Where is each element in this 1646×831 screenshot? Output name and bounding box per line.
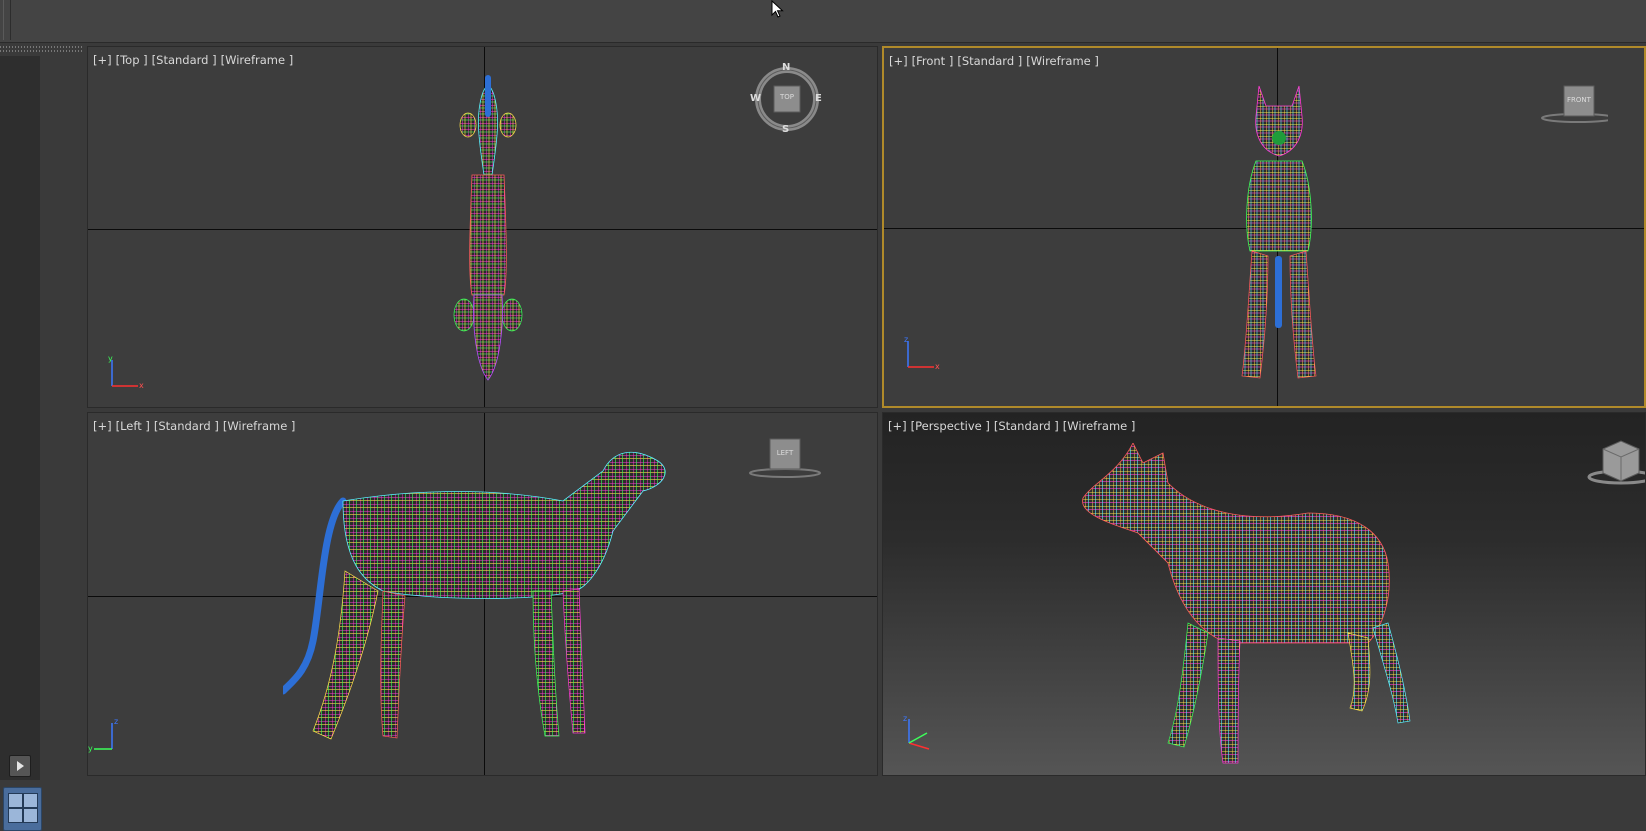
viewcube-face-label[interactable]: TOP xyxy=(774,93,800,101)
axis-z-label: z xyxy=(904,335,908,344)
viewcube[interactable]: FRONT xyxy=(1532,78,1615,128)
viewport-label[interactable]: [+] [Front ] [Standard ] [Wireframe ] xyxy=(889,54,1103,68)
viewport-left[interactable]: [+] [Left ] [Standard ] [Wireframe ] LEFT z xyxy=(87,412,878,776)
axis-tripod-icon: z x xyxy=(904,335,940,371)
compass-viewcube[interactable]: TOP N S E W xyxy=(750,62,822,135)
viewport-menu-plus[interactable]: [+] xyxy=(889,54,908,68)
axis-x-label: x xyxy=(139,381,144,390)
viewport-menu-plus[interactable]: [+] xyxy=(93,53,112,67)
toolbar-grip[interactable] xyxy=(3,0,11,40)
viewport-view-name[interactable]: [Left ] xyxy=(116,419,150,433)
viewport-label[interactable]: [+] [Perspective ] [Standard ] [Wireframe ] xyxy=(888,419,1139,433)
viewport-view-name[interactable]: [Top ] xyxy=(116,53,148,67)
axis-tripod-icon: z y xyxy=(88,717,118,753)
dog-wireframe-front[interactable] xyxy=(1224,76,1334,386)
viewcube-face-label[interactable]: FRONT xyxy=(1564,96,1594,104)
viewport-render-mode[interactable]: [Wireframe ] xyxy=(1063,419,1136,433)
mouse-cursor-icon xyxy=(771,0,784,18)
compass-east: E xyxy=(815,93,822,104)
viewport-menu-plus[interactable]: [+] xyxy=(93,419,112,433)
viewcube[interactable]: LEFT xyxy=(748,433,824,483)
axis-x-label: x xyxy=(935,362,940,371)
dog-wireframe-perspective[interactable] xyxy=(1078,443,1438,773)
compass-north: N xyxy=(782,62,791,73)
dog-wireframe-top[interactable] xyxy=(438,75,538,385)
viewport-layout-panel xyxy=(0,56,42,831)
dog-wireframe-left[interactable] xyxy=(283,441,683,751)
compass-west: W xyxy=(750,93,762,104)
viewport-shading[interactable]: [Standard ] xyxy=(154,419,219,433)
viewport-shading[interactable]: [Standard ] xyxy=(957,54,1022,68)
viewport-layout-icon[interactable] xyxy=(3,787,42,831)
play-icon[interactable] xyxy=(9,755,31,777)
axis-y-label: y xyxy=(88,744,93,753)
axis-tripod-icon: y x xyxy=(108,354,144,390)
viewcube[interactable] xyxy=(1575,433,1645,493)
viewport-view-name[interactable]: [Perspective ] xyxy=(911,419,990,433)
viewport-shading[interactable]: [Standard ] xyxy=(994,419,1059,433)
side-gutter xyxy=(40,56,87,780)
axis-z-label: z xyxy=(114,717,118,726)
viewport-render-mode[interactable]: [Wireframe ] xyxy=(223,419,296,433)
axis-tripod-icon: z xyxy=(903,714,930,750)
compass-south: S xyxy=(782,124,790,135)
viewport-shading[interactable]: [Standard ] xyxy=(152,53,217,67)
viewport-front[interactable]: [+] [Front ] [Standard ] [Wireframe ] FRONT… xyxy=(882,46,1646,408)
ribbon-grip[interactable] xyxy=(0,46,82,54)
viewport-render-mode[interactable]: [Wireframe ] xyxy=(1026,54,1099,68)
axis-z-label: z xyxy=(903,714,907,723)
viewport-render-mode[interactable]: [Wireframe ] xyxy=(221,53,294,67)
main-toolbar xyxy=(0,0,1646,43)
viewport-label[interactable]: [+] [Top ] [Standard ] [Wireframe ] xyxy=(93,53,297,67)
viewport-menu-plus[interactable]: [+] xyxy=(888,419,907,433)
viewport-top[interactable]: [+] [Top ] [Standard ] [Wireframe ] TOP N xyxy=(87,46,878,408)
viewport-label[interactable]: [+] [Left ] [Standard ] [Wireframe ] xyxy=(93,419,299,433)
viewport-perspective[interactable]: [+] [Perspective ] [Standard ] [Wireframe ]… xyxy=(882,412,1646,776)
viewcube-face-label[interactable]: LEFT xyxy=(770,449,800,457)
viewport-view-name[interactable]: [Front ] xyxy=(912,54,954,68)
axis-y-label: y xyxy=(108,354,113,363)
